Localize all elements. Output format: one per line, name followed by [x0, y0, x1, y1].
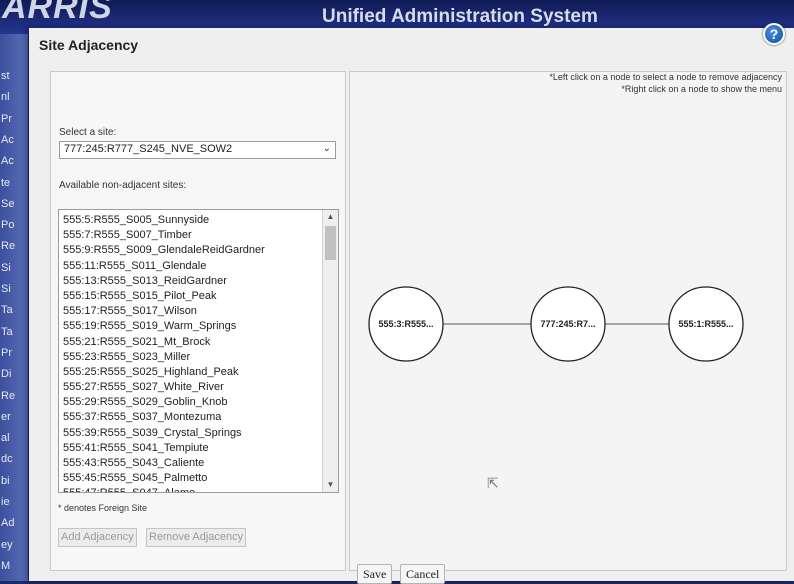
background-nav-item: Ad	[1, 517, 15, 530]
background-nav-item: bi	[1, 474, 10, 487]
cancel-button[interactable]: Cancel	[400, 564, 446, 584]
save-button[interactable]: Save	[357, 564, 393, 584]
node-label: 555:3:R555...	[378, 319, 433, 329]
site-list-item[interactable]: 555:19:R555_S019_Warm_Springs	[61, 319, 323, 334]
background-nav-item: Pr	[1, 112, 12, 125]
background-nav-item: ey	[1, 538, 13, 551]
node-label: 555:1:R555...	[678, 319, 733, 329]
site-list-item[interactable]: 555:11:R555_S011_Glendale	[61, 259, 323, 274]
arris-logo: ARRIS	[2, 0, 113, 26]
background-sidebar: st nl Pr Ac Ac te Se Po Re Si Si Ta Ta Pr Di Re er al dc bi…	[0, 34, 28, 581]
site-list-item[interactable]: 555:25:R555_S025_Highland_Peak	[61, 365, 323, 380]
adjacency-graph: 555:3:R555... 777:245:R7... 555:1:R555..…	[368, 286, 744, 362]
list-scrollbar[interactable]: ▲ ▼	[322, 210, 338, 492]
background-nav-item: Pr	[1, 346, 12, 359]
site-list-item[interactable]: 555:41:R555_S041_Tempiute	[61, 441, 323, 456]
background-nav-item: Si	[1, 261, 11, 274]
site-list-item[interactable]: 555:37:R555_S037_Montezuma	[61, 410, 323, 425]
add-adjacency-button[interactable]: Add Adjacency	[58, 528, 137, 547]
site-list-item[interactable]: 555:27:R555_S027_White_River	[61, 380, 323, 395]
site-selection-panel: Select a site: 777:245:R777_S245_NVE_SOW…	[50, 71, 346, 571]
background-nav-item: Ta	[1, 325, 13, 338]
scroll-down-arrow-icon[interactable]: ▼	[323, 478, 338, 492]
background-nav-item: al	[1, 432, 10, 445]
site-node[interactable]: 555:3:R555...	[368, 286, 444, 362]
site-list-item[interactable]: 555:15:R555_S015_Pilot_Peak	[61, 289, 323, 304]
background-nav-item: te	[1, 176, 11, 189]
site-list-item[interactable]: 555:23:R555_S023_Miller	[61, 350, 323, 365]
available-sites-list[interactable]: 555:5:R555_S005_Sunnyside 555:7:R555_S007…	[58, 209, 339, 493]
site-list-item[interactable]: 555:5:R555_S005_Sunnyside	[61, 213, 323, 228]
background-nav-item: nl	[1, 91, 10, 104]
background-nav-item: dc	[1, 453, 13, 466]
background-nav-item: Di	[1, 368, 12, 381]
scroll-up-arrow-icon[interactable]: ▲	[323, 210, 338, 224]
foreign-site-note: * denotes Foreign Site	[58, 503, 148, 513]
site-list-item[interactable]: 555:39:R555_S039_Crystal_Springs	[61, 426, 323, 441]
help-icon[interactable]: ?	[763, 23, 785, 45]
selected-site-value: 777:245:R777_S245_NVE_SOW2	[64, 143, 233, 155]
available-sites-label: Available non-adjacent sites:	[59, 180, 187, 191]
background-nav-item: Se	[1, 197, 15, 210]
site-node[interactable]: 777:245:R7...	[530, 286, 606, 362]
site-list-item[interactable]: 555:29:R555_S029_Goblin_Knob	[61, 395, 323, 410]
site-list-item[interactable]: 555:9:R555_S009_GlendaleReidGardner	[61, 243, 323, 258]
site-list-item[interactable]: 555:43:R555_S043_Caliente	[61, 456, 323, 471]
scroll-thumb[interactable]	[325, 226, 336, 260]
site-adjacency-dialog: Site Adjacency ? Select a site: 777:245:…	[29, 23, 794, 584]
background-nav-item: Ta	[1, 304, 13, 317]
chevron-down-icon: ⌄	[322, 143, 331, 154]
site-list-item[interactable]: 555:7:R555_S007_Timber	[61, 228, 323, 243]
app-title: Unified Administration System	[322, 6, 598, 27]
site-list-item[interactable]: 555:47:R555_S047_Alamo	[61, 486, 323, 492]
site-list-item[interactable]: 555:13:R555_S013_ReidGardner	[61, 274, 323, 289]
site-list-item[interactable]: 555:17:R555_S017_Wilson	[61, 304, 323, 319]
site-select[interactable]: 777:245:R777_S245_NVE_SOW2 ⌄	[59, 141, 336, 159]
adjacency-graph-panel: *Left click on a node to select a node t…	[349, 71, 787, 571]
site-list-item[interactable]: 555:45:R555_S045_Palmetto	[61, 471, 323, 486]
background-nav-item: Ac	[1, 155, 14, 168]
background-nav-item: Re	[1, 240, 16, 253]
background-nav-item: ie	[1, 496, 10, 508]
dialog-title: Site Adjacency	[39, 37, 139, 53]
background-nav-item: Si	[1, 283, 11, 295]
remove-adjacency-button[interactable]: Remove Adjacency	[146, 528, 247, 547]
background-nav-item: Ac	[1, 133, 14, 146]
select-site-label: Select a site:	[59, 127, 117, 138]
background-nav-item: st	[1, 70, 10, 82]
site-node[interactable]: 555:1:R555...	[668, 286, 744, 362]
site-list-item[interactable]: 555:21:R555_S021_Mt_Brock	[61, 335, 323, 350]
node-label: 777:245:R7...	[540, 319, 595, 329]
background-nav-item: M	[1, 559, 11, 572]
background-nav-item: Re	[1, 389, 16, 402]
mouse-cursor-icon: ⇱	[487, 475, 499, 491]
background-nav-item: Po	[1, 219, 15, 232]
background-nav-item: er	[1, 410, 11, 423]
